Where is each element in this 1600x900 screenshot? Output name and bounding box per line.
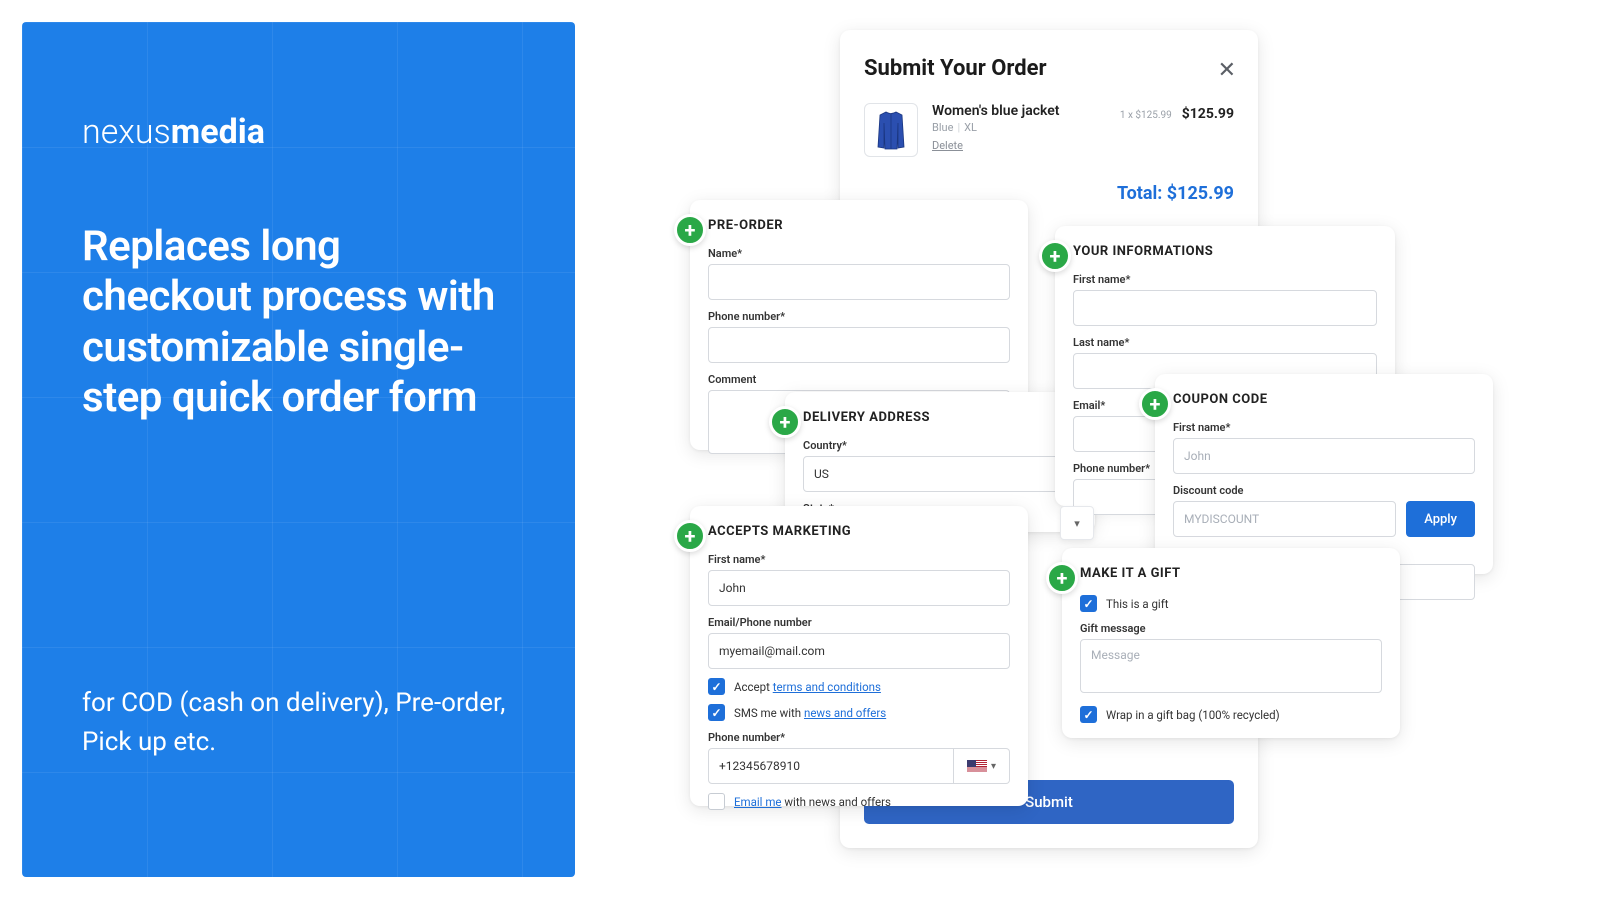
brand-bold: media: [171, 112, 265, 152]
sms-checkbox[interactable]: [708, 704, 725, 721]
country-label: Country*: [803, 439, 1077, 452]
coupon-title: COUPON CODE: [1173, 392, 1475, 407]
product-price: 1 x $125.99 $125.99: [1120, 103, 1234, 122]
m-emailphone-input[interactable]: [708, 633, 1010, 669]
is-gift-label: This is a gift: [1106, 597, 1169, 611]
plus-icon[interactable]: +: [674, 214, 706, 246]
promo-headline: Replaces long checkout process with cust…: [82, 222, 515, 424]
discount-input[interactable]: [1173, 501, 1396, 537]
line-price: $125.99: [1182, 106, 1234, 122]
plus-icon[interactable]: +: [1139, 388, 1171, 420]
wrap-label: Wrap in a gift bag (100% recycled): [1106, 708, 1280, 722]
apply-button[interactable]: Apply: [1406, 501, 1475, 537]
terms-link[interactable]: terms and conditions: [773, 680, 881, 694]
m-emailphone-label: Email/Phone number: [708, 616, 1010, 629]
marketing-title: ACCEPTS MARKETING: [708, 524, 1010, 539]
country-flag-select[interactable]: ▾: [954, 748, 1010, 784]
qty-unit: 1 x $125.99: [1120, 110, 1172, 121]
product-row: Women's blue jacket Blue|XL Delete 1 x $…: [864, 103, 1234, 157]
brand-logo: nexusmedia: [82, 112, 515, 152]
discount-label: Discount code: [1173, 484, 1475, 497]
gift-card: + MAKE IT A GIFT This is a gift Gift mes…: [1062, 548, 1400, 738]
marketing-card: + ACCEPTS MARKETING First name* Email/Ph…: [690, 506, 1028, 806]
country-select[interactable]: [803, 456, 1077, 492]
m-phone-input[interactable]: [708, 748, 954, 784]
coupon-card: + COUPON CODE First name* Discount code …: [1155, 374, 1493, 574]
first-label: First name*: [1073, 273, 1377, 286]
name-label: Name*: [708, 247, 1010, 260]
country-value[interactable]: [803, 456, 1077, 492]
us-flag-icon: [967, 760, 987, 773]
info-title: YOUR INFORMATIONS: [1073, 244, 1377, 259]
phone-input[interactable]: [708, 327, 1010, 363]
promo-panel: nexusmedia Replaces long checkout proces…: [22, 22, 575, 877]
last-label: Last name*: [1073, 336, 1377, 349]
plus-icon[interactable]: +: [1039, 240, 1071, 272]
delete-product-link[interactable]: Delete: [932, 139, 963, 152]
chevron-down-icon: ▾: [991, 761, 996, 772]
close-icon[interactable]: ✕: [1218, 58, 1236, 83]
chevron-down-icon: ▾: [1074, 517, 1080, 530]
emailme-link[interactable]: Email me: [734, 795, 782, 809]
coupon-first-label: First name*: [1173, 421, 1475, 434]
product-variant: Blue|XL: [932, 121, 1106, 134]
preorder-title: PRE-ORDER: [708, 218, 1010, 233]
coupon-first-input[interactable]: [1173, 438, 1475, 474]
first-input[interactable]: [1073, 290, 1377, 326]
news-offers-link[interactable]: news and offers: [804, 706, 886, 720]
accept-terms-checkbox[interactable]: [708, 678, 725, 695]
order-title: Submit Your Order: [864, 56, 1234, 81]
plus-icon[interactable]: +: [769, 406, 801, 438]
product-name: Women's blue jacket: [932, 103, 1106, 119]
emailme-checkbox[interactable]: [708, 793, 725, 810]
wrap-checkbox[interactable]: [1080, 706, 1097, 723]
product-thumb: [864, 103, 918, 157]
product-info: Women's blue jacket Blue|XL Delete: [932, 103, 1106, 153]
name-input[interactable]: [708, 264, 1010, 300]
state-select-chevron[interactable]: ▾: [1060, 506, 1094, 540]
phone-label: Phone number*: [708, 310, 1010, 323]
plus-icon[interactable]: +: [674, 520, 706, 552]
gift-msg-input[interactable]: [1080, 639, 1382, 693]
m-first-input[interactable]: [708, 570, 1010, 606]
gift-msg-label: Gift message: [1080, 622, 1382, 635]
gift-title: MAKE IT A GIFT: [1080, 566, 1382, 581]
comment-label: Comment: [708, 373, 1010, 386]
plus-icon[interactable]: +: [1046, 562, 1078, 594]
is-gift-checkbox[interactable]: [1080, 595, 1097, 612]
m-first-label: First name*: [708, 553, 1010, 566]
m-phone-label: Phone number*: [708, 731, 1010, 744]
jacket-icon: [873, 109, 909, 151]
promo-subline: for COD (cash on delivery), Pre-order, P…: [82, 684, 515, 762]
delivery-title: DELIVERY ADDRESS: [803, 410, 1077, 425]
brand-light: nexus: [82, 112, 171, 152]
